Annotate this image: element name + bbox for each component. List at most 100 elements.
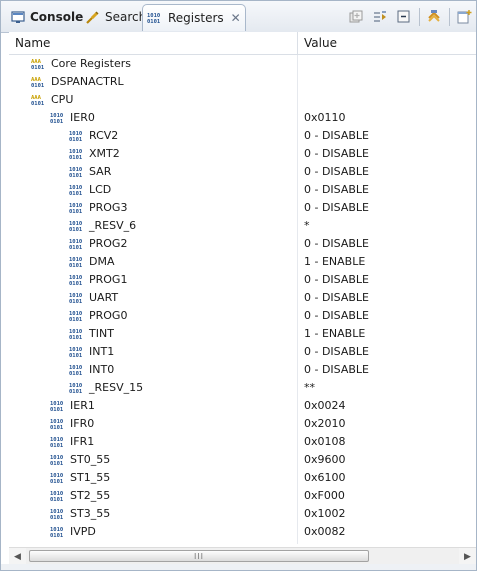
tree-row[interactable]: 1010 0101 ST0_55 0x9600: [9, 451, 476, 469]
tree-row[interactable]: 1010 0101 LCD 0 - DISABLE: [9, 181, 476, 199]
register-value[interactable]: 0 - DISABLE: [298, 199, 369, 217]
register-name-cell[interactable]: 1010 0101 PROG0: [9, 307, 298, 325]
new-view-icon[interactable]: [454, 7, 474, 27]
register-value[interactable]: 0x0108: [298, 433, 346, 451]
register-name-cell[interactable]: AAA 0101 CPU: [9, 91, 298, 109]
register-value[interactable]: 1 - ENABLE: [298, 325, 365, 343]
register-name-cell[interactable]: 1010 0101 PROG1: [9, 271, 298, 289]
register-value[interactable]: 0x2010: [298, 415, 346, 433]
tab-registers[interactable]: 1010 0101 Registers ✕: [142, 4, 246, 31]
tree-row[interactable]: AAA 0101 DSPANACTRL: [9, 73, 476, 91]
tree-row[interactable]: 1010 0101 SAR 0 - DISABLE: [9, 163, 476, 181]
register-name-cell[interactable]: 1010 0101 DMA: [9, 253, 298, 271]
register-value[interactable]: *: [298, 217, 310, 235]
register-value[interactable]: 0 - DISABLE: [298, 271, 369, 289]
tree-row[interactable]: 1010 0101 IER1 0x0024: [9, 397, 476, 415]
register-name-cell[interactable]: 1010 0101 ST2_55: [9, 487, 298, 505]
register-value[interactable]: 0xF000: [298, 487, 345, 505]
scrollbar-thumb[interactable]: III: [29, 550, 369, 562]
tree-row[interactable]: 1010 0101 ST2_55 0xF000: [9, 487, 476, 505]
register-name-cell[interactable]: 1010 0101 SAR: [9, 163, 298, 181]
register-name-cell[interactable]: 10100101IVPH: [9, 541, 298, 544]
register-value[interactable]: 0x0082: [298, 541, 346, 544]
tree-row[interactable]: 1010 0101 PROG3 0 - DISABLE: [9, 199, 476, 217]
tree-row[interactable]: 1010 0101 PROG2 0 - DISABLE: [9, 235, 476, 253]
tree-row[interactable]: 1010 0101 INT1 0 - DISABLE: [9, 343, 476, 361]
register-name-cell[interactable]: 1010 0101 IER1: [9, 397, 298, 415]
register-value[interactable]: 0 - DISABLE: [298, 343, 369, 361]
tree-row[interactable]: 1010 0101 XMT2 0 - DISABLE: [9, 145, 476, 163]
register-name-cell[interactable]: 1010 0101 IER0: [9, 109, 298, 127]
add-register-group-icon[interactable]: [346, 7, 366, 27]
tree-row[interactable]: 1010 0101 DMA 1 - ENABLE: [9, 253, 476, 271]
register-value[interactable]: 0 - DISABLE: [298, 127, 369, 145]
tree-row[interactable]: 1010 0101 RCV2 0 - DISABLE: [9, 127, 476, 145]
tree-row[interactable]: 1010 0101 ST3_55 0x1002: [9, 505, 476, 523]
register-value[interactable]: 0x1002: [298, 505, 346, 523]
tree-row[interactable]: 10100101IVPH0x0082: [9, 541, 476, 544]
register-value[interactable]: [298, 91, 304, 109]
tree-row[interactable]: 1010 0101 PROG1 0 - DISABLE: [9, 271, 476, 289]
register-name-cell[interactable]: 1010 0101 TINT: [9, 325, 298, 343]
register-name-cell[interactable]: 1010 0101 ST3_55: [9, 505, 298, 523]
tab-search[interactable]: Search: [81, 5, 150, 29]
tree-row[interactable]: 1010 0101 INT0 0 - DISABLE: [9, 361, 476, 379]
scroll-right-arrow-icon[interactable]: ▶: [459, 548, 476, 565]
register-value[interactable]: 0x0082: [298, 523, 346, 541]
tree-row[interactable]: 1010 0101 TINT 1 - ENABLE: [9, 325, 476, 343]
register-name-cell[interactable]: 1010 0101 IFR0: [9, 415, 298, 433]
register-name-cell[interactable]: 1010 0101 PROG2: [9, 235, 298, 253]
scroll-left-arrow-icon[interactable]: ◀: [9, 548, 26, 565]
register-name-cell[interactable]: 1010 0101 _RESV_6: [9, 217, 298, 235]
register-name-cell[interactable]: 1010 0101 IFR1: [9, 433, 298, 451]
register-value[interactable]: [298, 73, 304, 91]
column-header-value[interactable]: Value: [298, 32, 337, 54]
register-value[interactable]: 0x0024: [298, 397, 346, 415]
register-name-cell[interactable]: 1010 0101 IVPD: [9, 523, 298, 541]
register-name-cell[interactable]: 1010 0101 LCD: [9, 181, 298, 199]
tree-row[interactable]: 1010 0101 PROG0 0 - DISABLE: [9, 307, 476, 325]
register-name-cell[interactable]: 1010 0101 INT0: [9, 361, 298, 379]
register-value[interactable]: 0 - DISABLE: [298, 145, 369, 163]
register-value[interactable]: 0 - DISABLE: [298, 235, 369, 253]
register-value[interactable]: 0 - DISABLE: [298, 289, 369, 307]
tree-row[interactable]: 1010 0101 _RESV_6 *: [9, 217, 476, 235]
svg-text:0101: 0101: [69, 155, 83, 160]
register-value[interactable]: 0 - DISABLE: [298, 181, 369, 199]
horizontal-scrollbar[interactable]: ◀ III ▶: [9, 547, 476, 565]
register-value[interactable]: 1 - ENABLE: [298, 253, 365, 271]
register-name-cell[interactable]: AAA 0101 Core Registers: [9, 55, 298, 73]
tree-row[interactable]: 1010 0101 ST1_55 0x6100: [9, 469, 476, 487]
register-name-cell[interactable]: 1010 0101 PROG3: [9, 199, 298, 217]
register-value[interactable]: [298, 55, 304, 73]
register-name-cell[interactable]: 1010 0101 ST1_55: [9, 469, 298, 487]
tree-row[interactable]: AAA 0101 Core Registers: [9, 55, 476, 73]
tree-row[interactable]: AAA 0101 CPU: [9, 91, 476, 109]
tree-row[interactable]: 1010 0101 IER0 0x0110: [9, 109, 476, 127]
register-name-cell[interactable]: AAA 0101 DSPANACTRL: [9, 73, 298, 91]
tab-console[interactable]: Console: [7, 5, 87, 29]
column-header-name[interactable]: Name: [9, 32, 298, 54]
collapse-all-icon[interactable]: [394, 7, 414, 27]
tree-row[interactable]: 1010 0101 IVPD 0x0082: [9, 523, 476, 541]
tree-row[interactable]: 1010 0101 _RESV_15 **: [9, 379, 476, 397]
register-name-cell[interactable]: 1010 0101 _RESV_15: [9, 379, 298, 397]
register-name-cell[interactable]: 1010 0101 RCV2: [9, 127, 298, 145]
register-value[interactable]: 0x6100: [298, 469, 346, 487]
register-value[interactable]: 0x9600: [298, 451, 346, 469]
tree-row[interactable]: 1010 0101 IFR1 0x0108: [9, 433, 476, 451]
register-value[interactable]: 0 - DISABLE: [298, 361, 369, 379]
register-name-cell[interactable]: 1010 0101 INT1: [9, 343, 298, 361]
close-icon[interactable]: ✕: [231, 12, 241, 24]
tree-row[interactable]: 1010 0101 UART 0 - DISABLE: [9, 289, 476, 307]
register-name-cell[interactable]: 1010 0101 ST0_55: [9, 451, 298, 469]
register-name-cell[interactable]: 1010 0101 UART: [9, 289, 298, 307]
link-icon[interactable]: [424, 7, 444, 27]
register-name-cell[interactable]: 1010 0101 XMT2: [9, 145, 298, 163]
expand-icon[interactable]: [370, 7, 390, 27]
register-value[interactable]: 0x0110: [298, 109, 346, 127]
tree-row[interactable]: 1010 0101 IFR0 0x2010: [9, 415, 476, 433]
register-value[interactable]: 0 - DISABLE: [298, 307, 369, 325]
register-value[interactable]: 0 - DISABLE: [298, 163, 369, 181]
register-value[interactable]: **: [298, 379, 315, 397]
